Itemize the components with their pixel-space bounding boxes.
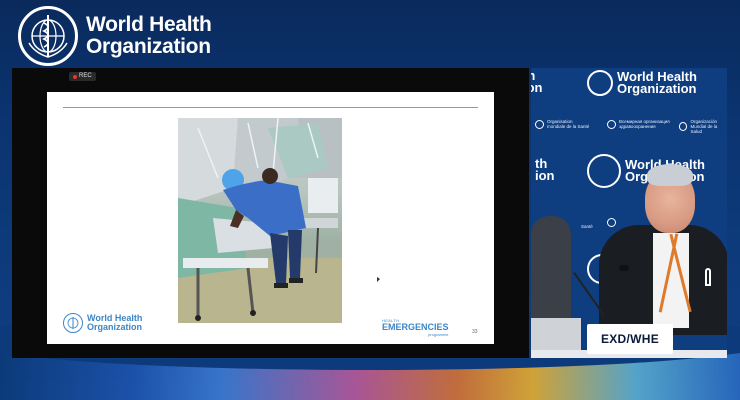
who-emblem-icon xyxy=(679,122,688,131)
header-logo-line2: Organization xyxy=(86,35,211,58)
microphone-icon xyxy=(619,265,629,271)
who-emblem-icon xyxy=(607,218,616,227)
who-header-logo: World Health Organization xyxy=(18,6,212,66)
backdrop-sante-label: Santé xyxy=(581,224,593,229)
presentation-slide: World Health Organization HEALTH EMERGEN… xyxy=(47,92,494,344)
slide-divider xyxy=(63,107,478,108)
speaker-hair xyxy=(647,164,693,186)
slide-logo-line2: Organization xyxy=(87,322,143,332)
backdrop-es-logo: Organización Mundial de la Salud xyxy=(679,119,727,134)
record-dot-icon xyxy=(73,74,77,79)
who-emblem-icon xyxy=(587,70,613,96)
recording-indicator: REC xyxy=(69,72,96,81)
backdrop-ru-logo: Всемирная организация здравоохранения xyxy=(607,119,670,129)
backdrop-small-logo xyxy=(607,218,616,227)
health-emergencies-logo: HEALTH EMERGENCIES programme xyxy=(382,318,449,337)
programme-title: EMERGENCIES xyxy=(382,322,449,332)
speaker-nameplate: EXD/WHE xyxy=(587,324,673,354)
awareness-ribbon-icon xyxy=(705,268,711,286)
who-emblem-icon xyxy=(587,154,621,188)
shared-screen-panel: REC World Health Organization HEALTH EME… xyxy=(12,68,529,358)
slide-page-number: 33 xyxy=(472,329,478,335)
header-logo-line1: World Health xyxy=(86,13,212,36)
speaker-video-panel: World Health Organization th ion Organis… xyxy=(531,68,727,358)
who-emblem-icon xyxy=(535,119,544,129)
rec-label: REC xyxy=(79,73,92,79)
backdrop-fr-logo: Organisation mondiale de la Santé xyxy=(535,119,589,129)
backdrop-logo-top: World Health Organization xyxy=(587,70,697,96)
who-emblem-icon xyxy=(607,119,616,129)
mouse-cursor-icon xyxy=(377,277,380,282)
slide-who-logo: World Health Organization xyxy=(63,313,142,333)
who-emblem-icon xyxy=(18,6,78,66)
backdrop-logo-mid-left: th ion xyxy=(535,156,555,183)
slide-photo xyxy=(178,118,342,323)
who-emblem-icon xyxy=(63,313,83,333)
programme-subtitle: programme xyxy=(428,332,449,337)
